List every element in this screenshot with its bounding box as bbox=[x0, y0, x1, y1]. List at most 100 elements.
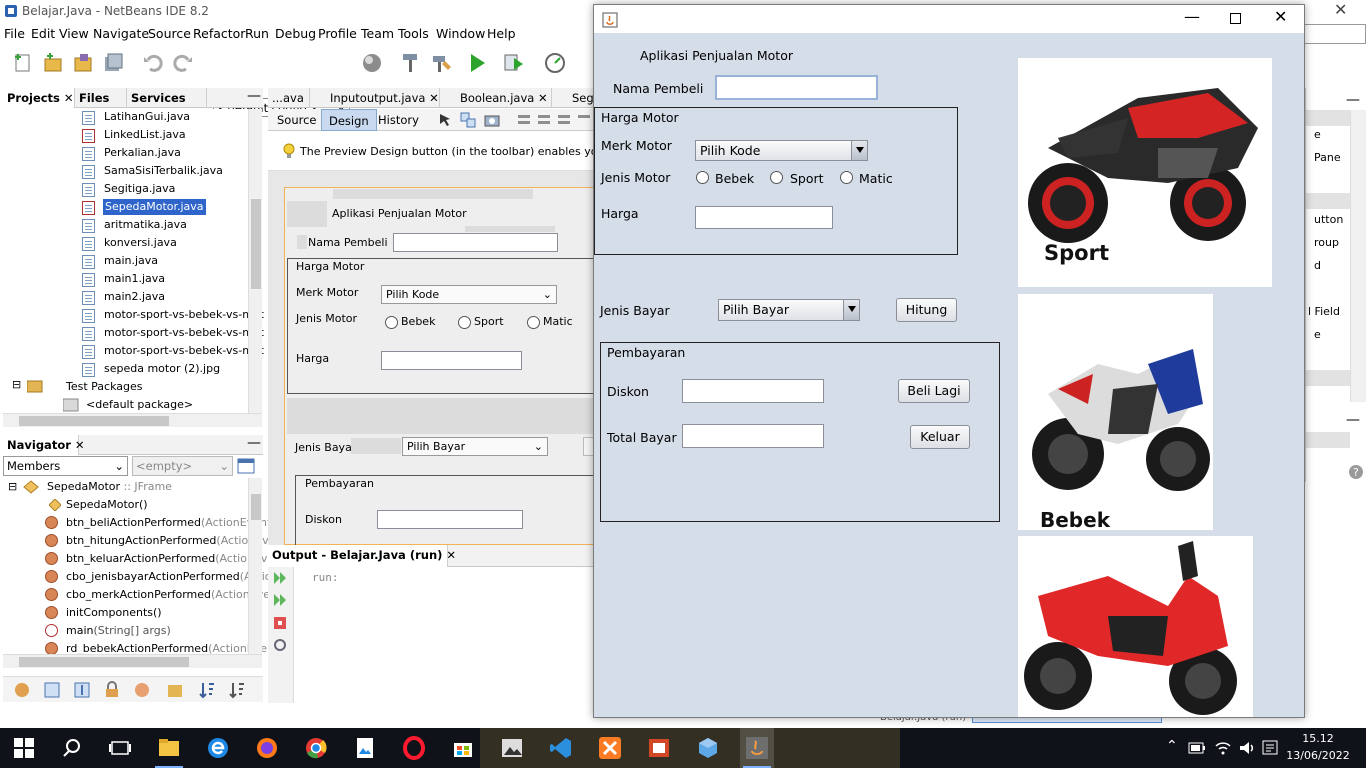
nama-pembeli-field[interactable] bbox=[715, 75, 878, 100]
menu-window[interactable]: Window bbox=[436, 26, 485, 41]
navigator-scrollbar[interactable] bbox=[248, 478, 262, 654]
design-bebek-radio[interactable] bbox=[385, 316, 398, 329]
redo-icon[interactable] bbox=[172, 52, 194, 74]
open-project-icon[interactable] bbox=[72, 52, 94, 74]
design-harga-panel[interactable]: Harga Motor Merk Motor Pilih Kode ⌄ Jenis… bbox=[287, 258, 597, 394]
editor-tab[interactable]: Boolean.java ✕ bbox=[440, 88, 552, 108]
close-icon[interactable]: ✕ bbox=[446, 548, 456, 562]
new-project-icon[interactable] bbox=[42, 52, 64, 74]
total-bayar-field[interactable] bbox=[682, 424, 824, 448]
tree-item-file[interactable]: motor-sport-vs-bebek-vs-mat bbox=[104, 325, 264, 341]
menu-team[interactable]: Team bbox=[361, 26, 394, 41]
help-icon[interactable]: ? bbox=[1348, 464, 1364, 480]
build-hammer-icon[interactable] bbox=[399, 51, 423, 75]
ide-close-icon[interactable]: ✕ bbox=[1334, 0, 1347, 19]
projects-hscrollbar[interactable] bbox=[3, 413, 262, 427]
filter-select[interactable]: <empty> ⌄ bbox=[132, 456, 233, 476]
undo-icon[interactable] bbox=[142, 52, 164, 74]
navigator-hscrollbar[interactable] bbox=[3, 654, 262, 668]
bebek-radio[interactable] bbox=[696, 171, 709, 184]
align-icons[interactable] bbox=[518, 112, 590, 128]
mode-design[interactable]: Design bbox=[321, 109, 377, 131]
design-form[interactable]: Aplikasi Penjualan Motor Nama Pembeli Ha… bbox=[284, 187, 597, 545]
menu-profile[interactable]: Profile bbox=[318, 26, 357, 41]
show-hidden-icons-icon[interactable]: ⌃ bbox=[1166, 738, 1178, 754]
diskon-field[interactable] bbox=[682, 379, 824, 403]
projects-scrollbar[interactable] bbox=[248, 109, 262, 413]
design-diskon-field[interactable] bbox=[377, 510, 523, 529]
rerun-icon[interactable] bbox=[272, 570, 288, 586]
jenis-bayar-combo[interactable]: Pilih Bayar bbox=[718, 299, 860, 321]
powerpoint-icon[interactable] bbox=[647, 736, 671, 760]
battery-icon[interactable] bbox=[1188, 741, 1206, 755]
selection-mode-icon[interactable] bbox=[438, 112, 454, 128]
harga-field[interactable] bbox=[695, 206, 833, 229]
minimize-icon[interactable]: — bbox=[1346, 412, 1360, 428]
tree-item-file[interactable]: LatihanGui.java bbox=[104, 109, 190, 125]
mode-history[interactable]: History bbox=[378, 113, 419, 127]
sort-access-icon[interactable] bbox=[228, 681, 246, 699]
method-node[interactable]: cbo_merkActionPerformed(ActionEver bbox=[66, 587, 275, 603]
sort-name-icon[interactable] bbox=[198, 681, 216, 699]
palette-item[interactable]: utton bbox=[1314, 213, 1343, 226]
mode-source[interactable]: Source bbox=[277, 113, 317, 127]
method-node[interactable]: cbo_jenisbayarActionPerformed(Actio bbox=[66, 569, 272, 585]
inherited-icon[interactable] bbox=[133, 681, 151, 699]
keluar-button[interactable]: Keluar bbox=[910, 425, 970, 449]
palette-scrollbar[interactable] bbox=[1350, 110, 1366, 402]
settings-icon[interactable] bbox=[272, 637, 288, 653]
sport-radio[interactable] bbox=[770, 171, 783, 184]
palette-category[interactable] bbox=[1306, 110, 1350, 126]
tree-item-file[interactable]: Segitiga.java bbox=[104, 181, 175, 197]
notification-icon[interactable] bbox=[1262, 740, 1278, 756]
xampp-icon[interactable] bbox=[598, 736, 622, 760]
menu-source[interactable]: Source bbox=[148, 26, 191, 41]
tree-item-test-packages[interactable]: Test Packages bbox=[66, 379, 142, 395]
design-nama-label[interactable]: Nama Pembeli bbox=[308, 236, 388, 249]
palette-item[interactable]: d bbox=[1314, 259, 1321, 272]
output-console[interactable]: run: bbox=[294, 567, 594, 703]
merk-motor-combo[interactable]: Pilih Kode bbox=[695, 140, 868, 161]
run-icon[interactable] bbox=[466, 51, 490, 75]
tree-item-file[interactable]: motor-sport-vs-bebek-vs-mat bbox=[104, 307, 264, 323]
method-node[interactable]: btn_keluarActionPerformed(ActionEve bbox=[66, 551, 274, 567]
method-node[interactable]: main(String[] args) bbox=[66, 623, 171, 639]
method-node[interactable]: initComponents() bbox=[66, 605, 162, 621]
volume-icon[interactable] bbox=[1238, 740, 1256, 756]
menu-tools[interactable]: Tools bbox=[398, 26, 429, 41]
members-select[interactable]: Members ⌄ bbox=[3, 456, 128, 476]
class-node[interactable]: SepedaMotor :: JFrame bbox=[47, 479, 172, 495]
palette-item[interactable]: roup bbox=[1314, 236, 1339, 249]
tab-navigator[interactable]: Navigator ✕ bbox=[3, 435, 85, 455]
design-title-label[interactable]: Aplikasi Penjualan Motor bbox=[332, 207, 467, 220]
tree-item-file[interactable]: SamaSisiTerbalik.java bbox=[104, 163, 223, 179]
menu-view[interactable]: View bbox=[59, 26, 89, 41]
menu-navigate[interactable]: Navigate bbox=[93, 26, 149, 41]
file-explorer-icon[interactable] bbox=[157, 736, 181, 760]
palette-item[interactable]: l Field bbox=[1308, 305, 1340, 318]
menu-run[interactable]: Run bbox=[245, 26, 269, 41]
opera-icon[interactable] bbox=[402, 736, 426, 760]
design-matic-radio[interactable] bbox=[527, 316, 540, 329]
photos-icon[interactable] bbox=[353, 736, 377, 760]
close-icon[interactable]: ✕ bbox=[538, 91, 548, 105]
hitung-button[interactable]: Hitung bbox=[896, 298, 957, 322]
clean-build-icon[interactable] bbox=[430, 51, 454, 75]
palette-item[interactable]: e bbox=[1314, 328, 1321, 341]
globe-icon[interactable] bbox=[360, 51, 384, 75]
tree-item-default-package[interactable]: <default package> bbox=[86, 397, 193, 413]
editor-tab[interactable]: Inputoutput.java ✕ bbox=[310, 88, 440, 108]
minimize-icon[interactable]: — bbox=[247, 88, 261, 104]
navigator-options-icon[interactable] bbox=[237, 458, 255, 474]
tab-services[interactable]: Services bbox=[127, 88, 207, 108]
quick-search-input[interactable] bbox=[1300, 24, 1366, 44]
new-file-icon[interactable] bbox=[12, 52, 34, 74]
task-view-icon[interactable] bbox=[108, 736, 132, 760]
menu-edit[interactable]: Edit bbox=[31, 26, 55, 41]
minimize-window-icon[interactable]: — bbox=[1184, 7, 1200, 26]
search-icon[interactable] bbox=[60, 736, 84, 760]
save-all-icon[interactable] bbox=[102, 52, 124, 74]
edge-icon[interactable] bbox=[206, 736, 230, 760]
wifi-icon[interactable] bbox=[1214, 740, 1232, 756]
tab-projects[interactable]: Projects ✕ bbox=[3, 88, 75, 108]
